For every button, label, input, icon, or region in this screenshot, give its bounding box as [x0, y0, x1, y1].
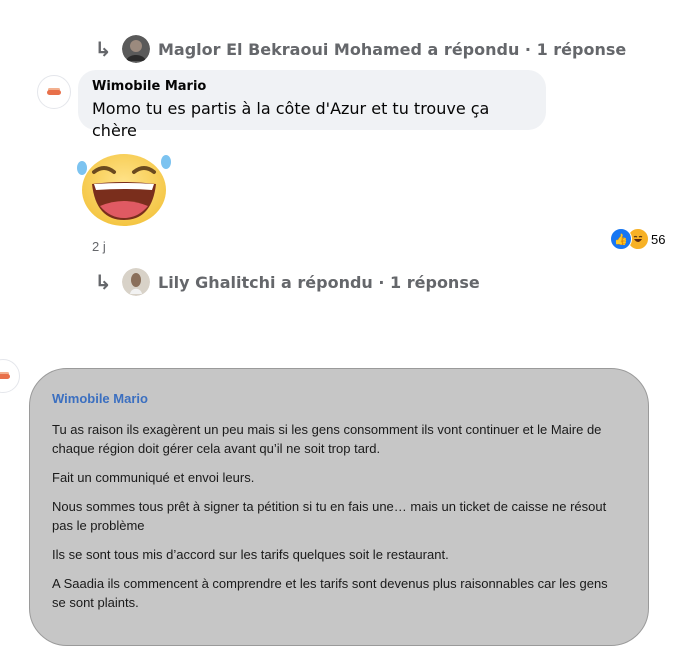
comment-text: Momo tu es partis à la côte d'Azur et tu…	[92, 99, 490, 140]
comment-bubble: Wimobile Mario Momo tu es partis à la cô…	[78, 70, 546, 140]
view-replies-lily[interactable]: ↳ Lily Ghalitchi a répondu · 1 réponse	[92, 268, 480, 296]
card-paragraph: Nous sommes tous prêt à signer ta pétiti…	[52, 499, 607, 533]
card-author[interactable]: Wimobile Mario	[52, 389, 622, 408]
lily-avatar	[122, 268, 150, 296]
comment-timestamp[interactable]: 2 j	[92, 239, 106, 254]
card-paragraph: Ils se sont tous mis d’accord sur les ta…	[52, 547, 449, 562]
wimobile-logo-icon	[47, 89, 61, 95]
wimobile-logo-icon	[0, 373, 10, 379]
view-replies-maglor[interactable]: ↳ Maglor El Bekraoui Mohamed a répondu ·…	[92, 35, 626, 63]
long-comment-card: Wimobile Mario Tu as raison ils exagèren…	[29, 368, 649, 646]
card-paragraph: Fait un communiqué et envoi leurs.	[52, 470, 255, 485]
card-paragraph: A Saadia ils commencent à comprendre et …	[52, 576, 608, 610]
wimobile-avatar-2[interactable]	[0, 359, 20, 393]
reply-author-text: Lily Ghalitchi a répondu · 1 réponse	[158, 272, 480, 292]
comment-author[interactable]: Wimobile Mario	[92, 79, 532, 95]
wimobile-avatar[interactable]	[37, 75, 71, 109]
maglor-avatar	[122, 35, 150, 63]
like-icon: 👍	[610, 228, 632, 250]
laughing-tears-emoji-icon	[77, 154, 171, 226]
reaction-count: 56	[651, 231, 666, 247]
reaction-summary[interactable]: 👍 56	[608, 227, 668, 251]
reply-arrow-icon: ↳	[94, 270, 112, 294]
reply-author-text: Maglor El Bekraoui Mohamed a répondu · 1…	[158, 39, 627, 59]
card-paragraph: Tu as raison ils exagèrent un peu mais s…	[52, 422, 602, 456]
reply-arrow-icon: ↳	[94, 37, 112, 61]
